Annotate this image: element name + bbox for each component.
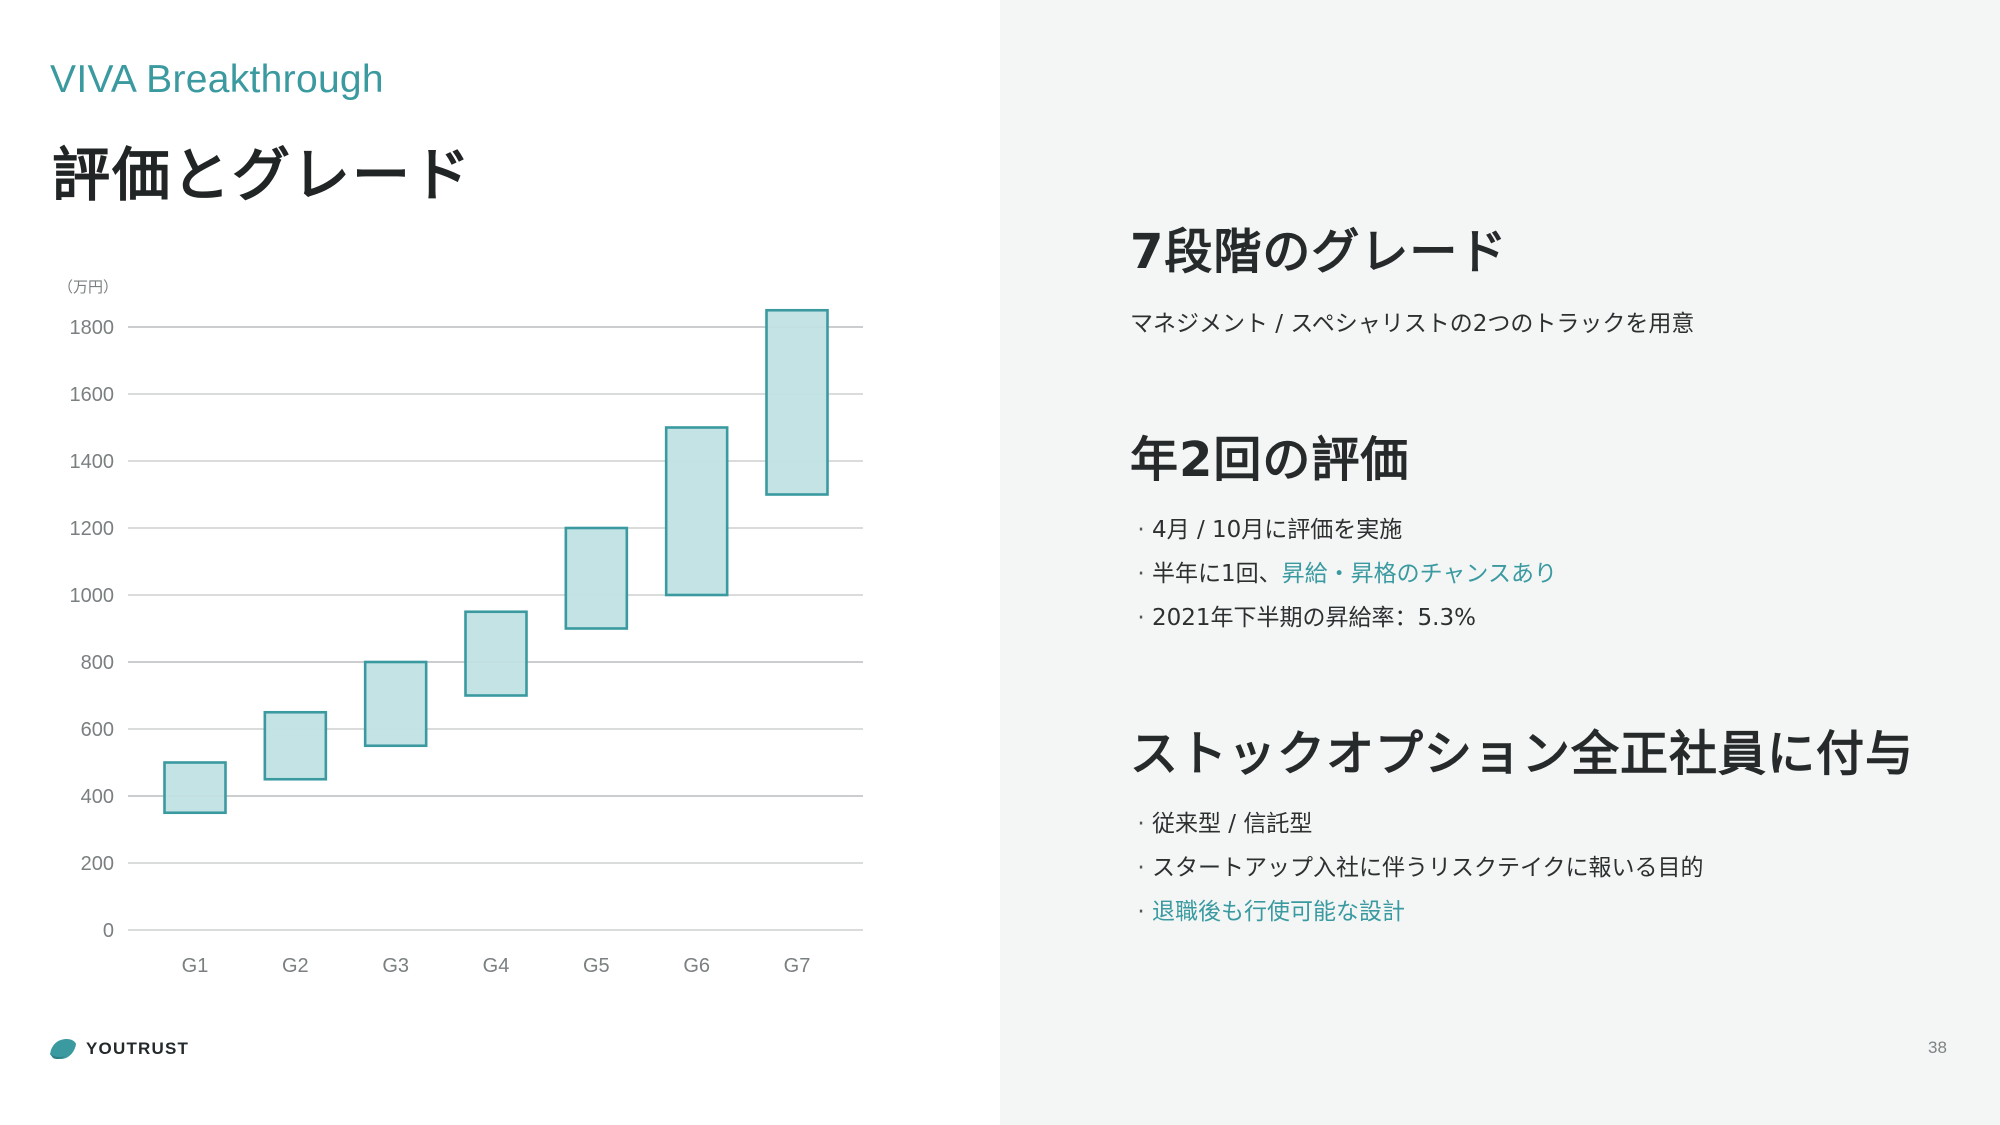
bullet-dot: · (1137, 811, 1145, 837)
section-evaluation: 年2回の評価 · 4月 / 10月に評価を実施 · 半年に1回、昇給・昇格のチャンス… (1130, 420, 1557, 640)
range-bar-g3 (363, 660, 428, 748)
range-bar-g5 (564, 526, 629, 630)
x-tick-label: G2 (282, 955, 309, 977)
y-tick-label: 1400 (70, 451, 115, 473)
y-tick-label: 200 (81, 853, 114, 875)
bullet-dot: · (1137, 605, 1145, 631)
youtrust-logo: YOUTRUST (48, 1036, 189, 1062)
y-tick-label: 400 (81, 786, 114, 808)
section-stock-options: ストックオプション全正社員に付与 · 従来型 / 信託型 · スタートアップ入社に伴… (1130, 714, 1914, 934)
bullet-item: · 従来型 / 信託型 (1130, 802, 1914, 846)
bullet-text: スタートアップ入社に伴うリスクテイクに報いる目的 (1152, 855, 1704, 881)
bullet-dot: · (1137, 899, 1145, 925)
bullet-dot: · (1137, 561, 1145, 587)
y-tick-label: 0 (103, 920, 114, 942)
y-tick-label: 1000 (70, 585, 115, 607)
x-tick-label: G3 (382, 955, 409, 977)
y-axis-ticks: 0 200 400 600 800 1000 1200 1400 1600 1800 (70, 317, 115, 942)
range-bar-g4 (464, 610, 528, 697)
bullet-text: 4月 / 10月に評価を実施 (1152, 517, 1403, 543)
bullet-item: · 退職後も行使可能な設計 (1130, 890, 1914, 934)
y-tick-label: 1600 (70, 384, 115, 406)
bullet-accent-text: 昇給・昇格のチャンスあり (1281, 561, 1557, 587)
section-heading: ストックオプション全正社員に付与 (1130, 726, 1915, 782)
x-tick-label: G7 (784, 955, 811, 977)
range-bar-g1 (163, 761, 227, 815)
bullet-list: · 4月 / 10月に評価を実施 · 半年に1回、昇給・昇格のチャンスあり · 202… (1130, 508, 1557, 640)
youtrust-logo-icon (50, 1039, 76, 1060)
bullet-dot: · (1137, 517, 1145, 543)
bullet-dot: · (1137, 855, 1145, 881)
y-tick-label: 600 (81, 719, 114, 741)
section-grades: 7段階のグレード マネジメント / スペシャリストの2つのトラックを用意 (1130, 212, 1694, 338)
section-heading: 7段階のグレード (1130, 224, 1508, 280)
x-axis-ticks: G1 G2 G3 G4 G5 G6 G7 (182, 955, 811, 977)
y-tick-label: 1800 (70, 317, 115, 339)
range-bar-g2 (263, 710, 328, 781)
bullet-item: · スタートアップ入社に伴うリスクテイクに報いる目的 (1130, 846, 1914, 890)
range-bars (163, 308, 829, 815)
bullet-item: · 2021年下半期の昇給率：5.3% (1130, 596, 1557, 640)
x-tick-label: G5 (583, 955, 610, 977)
y-tick-label: 1200 (70, 518, 115, 540)
bullet-list: · 従来型 / 信託型 · スタートアップ入社に伴うリスクテイクに報いる目的 · 退職… (1130, 802, 1914, 934)
page-number: 38 (1928, 1038, 1947, 1057)
bullet-text: 従来型 / 信託型 (1152, 811, 1313, 837)
logo-text: YOUTRUST (86, 1039, 190, 1058)
section-subtext: マネジメント / スペシャリストの2つのトラックを用意 (1130, 311, 1695, 337)
bullet-accent-text: 退職後も行使可能な設計 (1152, 899, 1405, 925)
range-bar-g6 (664, 426, 729, 597)
range-bar-g7 (765, 308, 829, 496)
bullet-text: 半年に1回、 (1152, 561, 1282, 587)
y-tick-label: 800 (81, 652, 114, 674)
x-tick-label: G1 (182, 955, 209, 977)
y-axis-unit-label: （万円） (58, 278, 118, 296)
range-bar-chart: （万円） 0 200 400 600 800 1000 1200 1400 1600 1800 G… (58, 278, 863, 977)
bullet-text: 2021年下半期の昇給率：5.3% (1152, 605, 1476, 631)
bullet-item: · 半年に1回、昇給・昇格のチャンスあり (1130, 552, 1557, 596)
bullet-item: · 4月 / 10月に評価を実施 (1130, 508, 1557, 552)
section-heading: 年2回の評価 (1130, 432, 1410, 488)
x-tick-label: G6 (683, 955, 710, 977)
x-tick-label: G4 (483, 955, 510, 977)
